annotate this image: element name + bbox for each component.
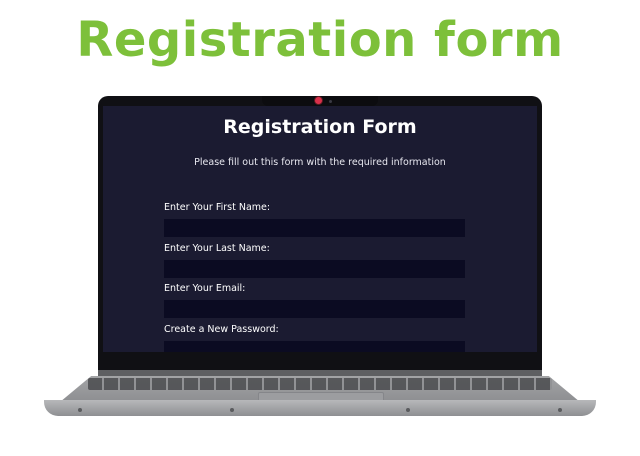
first-name-field[interactable] [164, 219, 465, 237]
sensor-icon [329, 100, 332, 103]
last-name-field[interactable] [164, 260, 465, 278]
keyboard [88, 378, 552, 390]
laptop-foot [558, 408, 562, 412]
first-name-label: Enter Your First Name: [164, 202, 271, 213]
email-field[interactable] [164, 300, 465, 318]
laptop-foot [406, 408, 410, 412]
email-label: Enter Your Email: [164, 283, 246, 294]
password-field[interactable] [164, 341, 465, 352]
laptop-screen: Registration Form Please fill out this f… [103, 106, 537, 352]
password-label: Create a New Password: [164, 324, 279, 335]
webcam-icon [315, 97, 322, 104]
page-headline: Registration form [76, 12, 564, 68]
laptop-base [44, 400, 596, 416]
laptop-foot [230, 408, 234, 412]
form-subtitle: Please fill out this form with the requi… [194, 157, 446, 168]
last-name-label: Enter Your Last Name: [164, 243, 270, 254]
form-title: Registration Form [223, 116, 417, 138]
laptop-foot [78, 408, 82, 412]
